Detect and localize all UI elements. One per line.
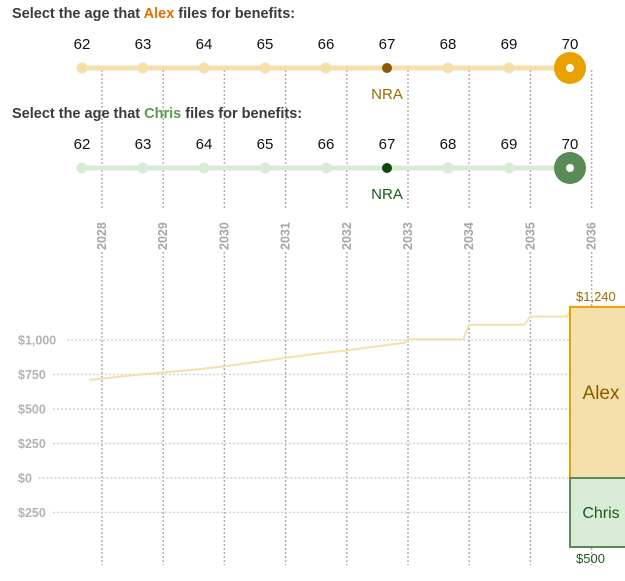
age-label-68: 68 — [440, 136, 457, 153]
year-label-2032: 2032 — [340, 222, 354, 250]
chris-slider-track[interactable] — [76, 152, 587, 184]
chris-age-labels: 62 63 64 65 66 67 68 69 70 — [74, 136, 579, 153]
age-label-65: 65 — [257, 136, 274, 153]
y-gridlines — [38, 339, 570, 514]
age-label-63: 63 — [135, 36, 152, 53]
age-label-68: 68 — [440, 36, 457, 53]
y-tick-label: $0 — [18, 472, 32, 486]
benefits-chart-canvas: Select the age that Alex files for benef… — [12, 6, 625, 566]
age-stop-62[interactable] — [76, 162, 88, 174]
age-label-69: 69 — [501, 136, 518, 153]
age-stop-63[interactable] — [137, 162, 149, 174]
age-label-63: 63 — [135, 136, 152, 153]
age-label-64: 64 — [196, 136, 213, 153]
age-stop-68[interactable] — [442, 62, 454, 74]
year-label-2034: 2034 — [462, 222, 476, 250]
age-stop-66[interactable] — [320, 162, 332, 174]
age-label-62: 62 — [74, 136, 91, 153]
alex-benefit-line — [89, 306, 575, 381]
age-label-67: 67 — [379, 36, 396, 53]
age-label-64: 64 — [196, 36, 213, 53]
x-axis-year-labels: 2028 2029 2030 2031 2032 2033 2034 2035 2036 — [95, 222, 599, 250]
age-label-66: 66 — [318, 136, 335, 153]
alex-prompt-after: files for benefits: — [174, 6, 295, 22]
age-label-67: 67 — [379, 136, 396, 153]
chris-prompt: Select the age that Chris files for bene… — [12, 106, 302, 122]
y-tick-label: $250 — [18, 437, 46, 451]
chris-name: Chris — [144, 106, 181, 122]
year-gridlines — [101, 70, 593, 565]
year-label-2036: 2036 — [585, 222, 599, 250]
handle-center-dot — [566, 64, 574, 72]
y-tick-label: $500 — [18, 403, 46, 417]
alex-age-slider[interactable]: Select the age that Alex files for benef… — [12, 6, 586, 103]
alex-prompt: Select the age that Alex files for benef… — [12, 6, 295, 22]
alex-name: Alex — [144, 6, 175, 22]
bar-bottom-value-label: $500 — [576, 551, 605, 566]
year-label-2030: 2030 — [217, 222, 231, 250]
age-stop-64[interactable] — [198, 62, 210, 74]
alex-prompt-before: Select the age that — [12, 6, 144, 22]
chris-prompt-before: Select the age that — [12, 106, 144, 122]
y-tick-label: $250 — [18, 506, 46, 520]
age-stop-66[interactable] — [320, 62, 332, 74]
age-label-65: 65 — [257, 36, 274, 53]
y-tick-label: $1,000 — [18, 334, 56, 348]
age-label-69: 69 — [501, 36, 518, 53]
year-label-2028: 2028 — [95, 222, 109, 250]
year-label-2035: 2035 — [523, 222, 537, 250]
age-stop-63[interactable] — [137, 62, 149, 74]
nra-age-stop[interactable] — [382, 163, 392, 173]
age-stop-65[interactable] — [259, 162, 271, 174]
age-stop-69[interactable] — [503, 162, 515, 174]
age-label-70: 70 — [562, 36, 579, 53]
chris-age-slider[interactable]: Select the age that Chris files for bene… — [12, 106, 586, 203]
age-stop-62[interactable] — [76, 62, 88, 74]
chris-prompt-after: files for benefits: — [181, 106, 302, 122]
age-label-66: 66 — [318, 36, 335, 53]
year-label-2031: 2031 — [279, 222, 293, 250]
age-stop-68[interactable] — [442, 162, 454, 174]
age-stop-69[interactable] — [503, 62, 515, 74]
year-label-2029: 2029 — [156, 222, 170, 250]
nra-age-stop[interactable] — [382, 63, 392, 73]
bar-top-value-label: $1,240 — [576, 289, 616, 304]
alex-age-labels: 62 63 64 65 66 67 68 69 70 — [74, 36, 579, 53]
y-axis-tick-labels: $1,000 $750 $500 $250 $0 $250 — [18, 334, 56, 521]
age-label-70: 70 — [562, 136, 579, 153]
age-stop-64[interactable] — [198, 162, 210, 174]
series-layer — [89, 306, 575, 381]
y-tick-label: $750 — [18, 368, 46, 382]
age-stop-65[interactable] — [259, 62, 271, 74]
alex-nra-label: NRA — [371, 86, 403, 103]
age-label-62: 62 — [74, 36, 91, 53]
alex-bar-label: Alex — [583, 383, 620, 404]
chris-nra-label: NRA — [371, 186, 403, 203]
alex-slider-track[interactable] — [76, 52, 587, 84]
year-label-2033: 2033 — [401, 222, 415, 250]
handle-center-dot — [566, 164, 574, 172]
chris-bar-label: Chris — [582, 505, 619, 522]
stacked-bar-2036: Alex Chris $1,240 $500 — [569, 289, 625, 566]
